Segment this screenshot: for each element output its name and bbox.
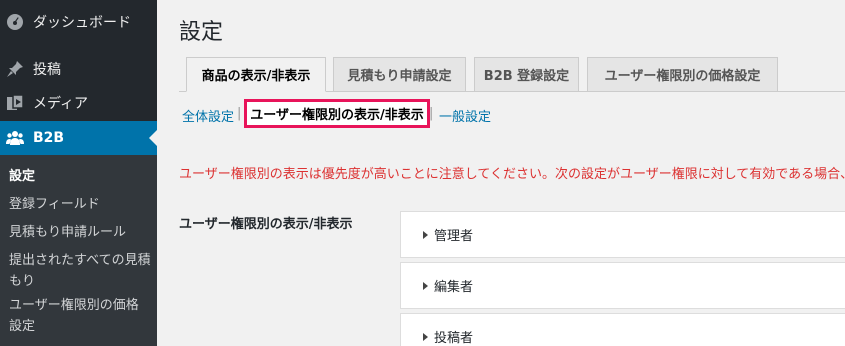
sidebar-item-label: 投稿 [33, 62, 61, 78]
sidebar-item-label: ダッシュボード [33, 15, 131, 31]
subnav-separator: | [429, 106, 434, 121]
role-label: 管理者 [434, 229, 474, 244]
caret-right-icon [423, 281, 428, 290]
submenu-item-quote-rules[interactable]: 見積もり申請ルール [9, 222, 151, 243]
submenu-item-role-pricing[interactable]: ユーザー権限別の価格設定 [9, 295, 151, 337]
role-panel-administrator[interactable]: 管理者 [400, 211, 845, 258]
caret-right-icon [423, 230, 428, 239]
admin-sidebar: ダッシュボード 投稿 メディア B2B 設定 登録フィールド 見積もり申請ルール… [0, 0, 157, 346]
submenu-item-registration-fields[interactable]: 登録フィールド [9, 194, 151, 215]
caret-right-icon [423, 332, 428, 341]
media-icon [6, 94, 24, 112]
people-icon [6, 129, 24, 147]
role-visibility-label: ユーザー権限別の表示/非表示 [179, 217, 353, 232]
pushpin-icon [6, 60, 24, 78]
sidebar-item-label: メディア [33, 96, 89, 112]
sidebar-item-b2b[interactable]: B2B [0, 121, 157, 155]
page-title: 設定 [179, 20, 224, 45]
sidebar-item-dashboard[interactable]: ダッシュボード [0, 5, 157, 39]
tab-quote-settings[interactable]: 見積もり申請設定 [333, 57, 466, 92]
sidebar-item-posts[interactable]: 投稿 [0, 52, 157, 86]
b2b-submenu: 設定 登録フィールド 見積もり申請ルール 提出されたすべての見積もり ユーザー権… [0, 155, 157, 346]
submenu-item-settings[interactable]: 設定 [9, 166, 151, 187]
priority-notice: ユーザー権限別の表示は優先度が高いことに注意してください。次の設定がユーザー権限… [179, 167, 845, 182]
tab-product-visibility[interactable]: 商品の表示/非表示 [186, 57, 326, 92]
dashboard-icon [6, 13, 24, 31]
main-content: 設定 商品の表示/非表示 見積もり申請設定 B2B 登録設定 ユーザー権限別の価… [157, 0, 845, 346]
role-label: 編集者 [434, 280, 474, 295]
sidebar-item-label: B2B [33, 130, 65, 146]
role-panel-editor[interactable]: 編集者 [400, 262, 845, 309]
tab-role-pricing[interactable]: ユーザー権限別の価格設定 [587, 57, 778, 92]
subnav-general-all[interactable]: 全体設定 [182, 106, 234, 125]
role-panel-author[interactable]: 投稿者 [400, 313, 845, 346]
submenu-item-submitted-quotes[interactable]: 提出されたすべての見積もり [9, 250, 151, 292]
role-label: 投稿者 [434, 331, 474, 346]
sidebar-item-media[interactable]: メディア [0, 86, 157, 120]
active-indicator-arrow [149, 130, 157, 146]
tab-b2b-registration[interactable]: B2B 登録設定 [474, 57, 579, 92]
subnav-separator: | [237, 106, 242, 121]
subnav-role-visibility[interactable]: ユーザー権限別の表示/非表示 [244, 99, 430, 128]
subnav-general[interactable]: 一般設定 [439, 106, 491, 125]
